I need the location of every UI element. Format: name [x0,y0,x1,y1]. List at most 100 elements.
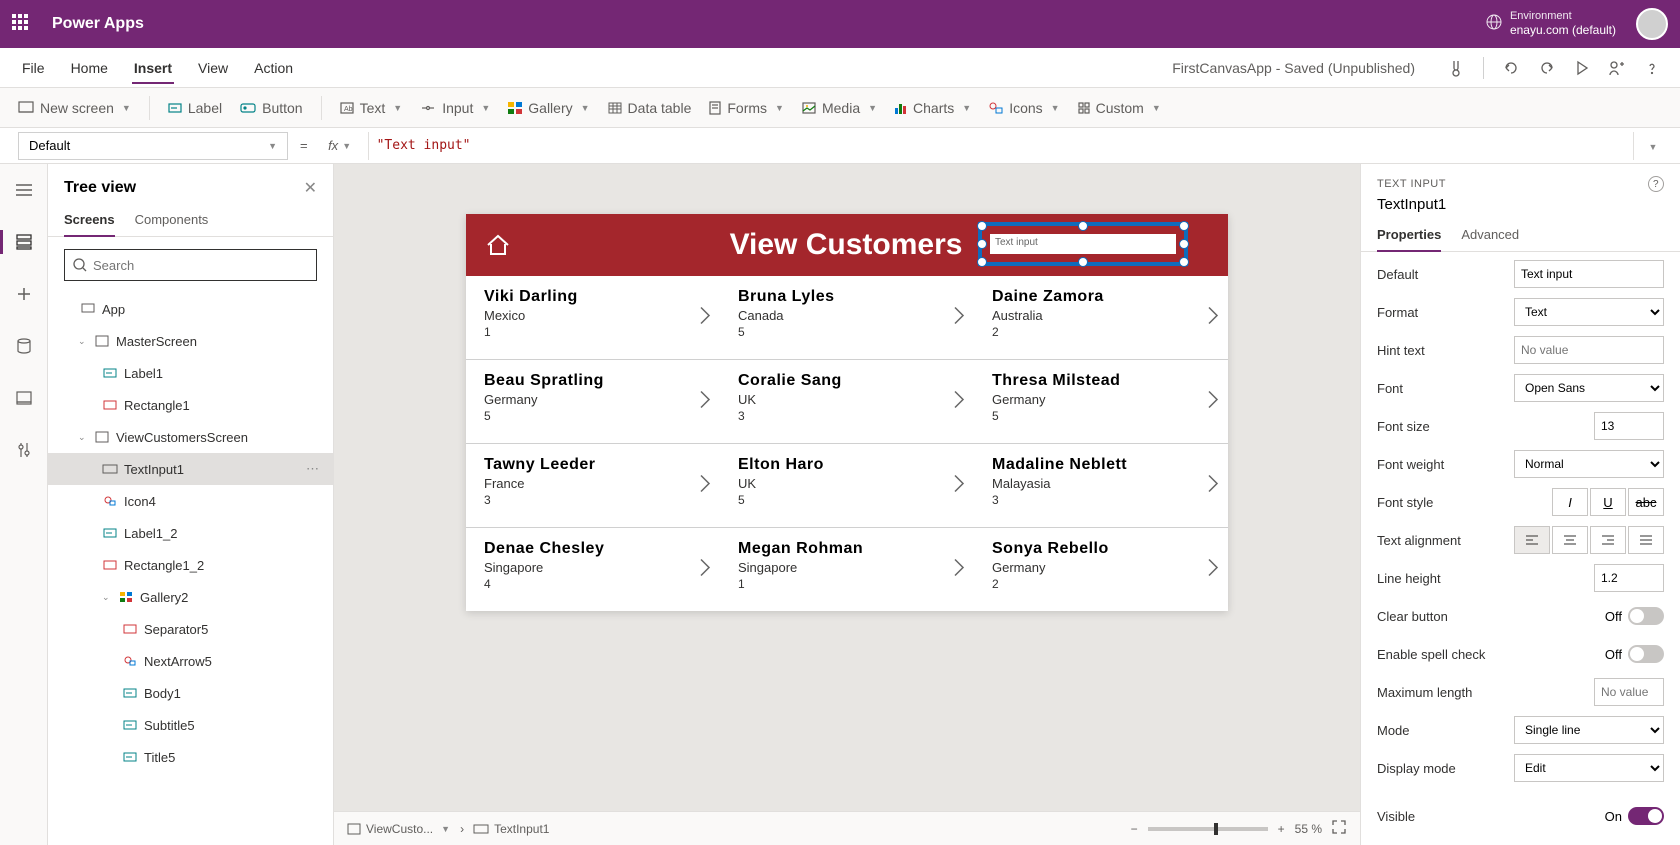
chevron-right-icon[interactable] [1206,557,1220,582]
prop-hint-input[interactable] [1514,336,1664,364]
property-dropdown[interactable]: Default▼ [18,132,288,160]
chevron-right-icon[interactable] [1206,473,1220,498]
gallery-cell[interactable]: Daine ZamoraAustralia2 [974,276,1228,359]
tree-node-label1-2[interactable]: Label1_2 [48,517,333,549]
prop-maxlen-input[interactable] [1594,678,1664,706]
tree-node-subtitle5[interactable]: Subtitle5 [48,709,333,741]
tree-node-separator5[interactable]: Separator5 [48,613,333,645]
gallery-cell[interactable]: Madaline NeblettMalayasia3 [974,444,1228,527]
props-tab-advanced[interactable]: Advanced [1461,221,1519,251]
gallery-cell[interactable]: Sonya RebelloGermany2 [974,528,1228,611]
breadcrumb-screen[interactable]: ViewCusto...▼ [348,822,450,836]
tree-node-rectangle1[interactable]: Rectangle1 [48,389,333,421]
gallery-cell[interactable]: Megan RohmanSingapore1 [720,528,974,611]
formula-expand-icon[interactable]: ▼ [1642,138,1662,153]
tree-node-label1[interactable]: Label1 [48,357,333,389]
ribbon-forms[interactable]: Forms▼ [709,100,784,116]
align-justify-button[interactable] [1628,526,1664,554]
share-icon[interactable] [1608,59,1626,77]
app-checker-icon[interactable] [1447,59,1465,77]
gallery-cell[interactable]: Bruna LylesCanada5 [720,276,974,359]
prop-fontsize-input[interactable] [1594,412,1664,440]
prop-spell-toggle[interactable] [1628,645,1664,663]
tree-search-input[interactable] [93,258,308,273]
prop-visible-toggle[interactable] [1628,807,1664,825]
tree-tab-components[interactable]: Components [135,204,209,236]
redo-icon[interactable] [1538,59,1556,77]
ribbon-custom[interactable]: Custom▼ [1078,100,1161,116]
undo-icon[interactable] [1502,59,1520,77]
gallery[interactable]: Viki DarlingMexico1Bruna LylesCanada5Dai… [466,276,1228,611]
prop-mode-select[interactable]: Single line [1514,716,1664,744]
tree-node-icon4[interactable]: Icon4 [48,485,333,517]
fontstyle-italic-button[interactable]: I [1552,488,1588,516]
gallery-cell[interactable]: Thresa MilsteadGermany5 [974,360,1228,443]
ribbon-gallery[interactable]: Gallery▼ [508,100,589,116]
rail-tree-icon[interactable] [8,226,40,258]
align-right-button[interactable] [1590,526,1626,554]
tree-node-title5[interactable]: Title5 [48,741,333,773]
rail-media-icon[interactable] [8,382,40,414]
fontstyle-underline-button[interactable]: U [1590,488,1626,516]
chevron-right-icon[interactable] [1206,389,1220,414]
chevron-right-icon[interactable] [698,473,712,498]
app-launcher-icon[interactable] [12,14,32,34]
tree-node-gallery2[interactable]: ⌄Gallery2 [48,581,333,613]
tree-close-icon[interactable]: ✕ [304,178,317,198]
props-help-icon[interactable]: ? [1648,176,1664,192]
prop-font-select[interactable]: Open Sans [1514,374,1664,402]
chevron-right-icon[interactable] [952,557,966,582]
tree-node-viewcustomers[interactable]: ⌄ViewCustomersScreen [48,421,333,453]
prop-format-select[interactable]: Text [1514,298,1664,326]
ribbon-data-table[interactable]: Data table [608,100,692,116]
chevron-right-icon[interactable] [1206,305,1220,330]
help-icon[interactable] [1644,60,1660,76]
rail-hamburger-icon[interactable] [8,174,40,206]
menu-view[interactable]: View [196,52,230,84]
gallery-cell[interactable]: Coralie SangUK3 [720,360,974,443]
fit-screen-icon[interactable] [1332,820,1346,837]
menu-file[interactable]: File [20,52,47,84]
chevron-right-icon[interactable] [952,473,966,498]
formula-input[interactable]: "Text input" [368,132,1634,160]
gallery-cell[interactable]: Denae ChesleySingapore4 [466,528,720,611]
tree-tab-screens[interactable]: Screens [64,204,115,237]
tree-node-nextarrow5[interactable]: NextArrow5 [48,645,333,677]
fontstyle-strike-button[interactable]: abc [1628,488,1664,516]
ribbon-button[interactable]: Button [240,100,302,116]
gallery-cell[interactable]: Viki DarlingMexico1 [466,276,720,359]
ribbon-label[interactable]: Label [168,100,222,116]
avatar[interactable] [1636,8,1668,40]
environment-picker[interactable]: Environment enayu.com (default) [1510,10,1616,38]
gallery-cell[interactable]: Tawny LeederFrance3 [466,444,720,527]
breadcrumb-control[interactable]: TextInput1 [474,822,549,836]
tree-node-masterscreen[interactable]: ⌄MasterScreen [48,325,333,357]
tree-node-app[interactable]: App [48,293,333,325]
align-center-button[interactable] [1552,526,1588,554]
tree-node-body1[interactable]: Body1 [48,677,333,709]
menu-home[interactable]: Home [69,52,110,84]
ribbon-input[interactable]: Input▼ [420,100,490,116]
fx-icon[interactable]: fx▼ [320,138,360,153]
play-icon[interactable] [1574,60,1590,76]
tree-node-rectangle1-2[interactable]: Rectangle1_2 [48,549,333,581]
ribbon-icons[interactable]: Icons▼ [989,100,1059,116]
rail-insert-icon[interactable] [8,278,40,310]
gallery-cell[interactable]: Elton HaroUK5 [720,444,974,527]
zoom-out-icon[interactable]: − [1131,822,1138,836]
rail-data-icon[interactable] [8,330,40,362]
prop-default-input[interactable] [1514,260,1664,288]
chevron-right-icon[interactable] [698,389,712,414]
zoom-slider[interactable] [1148,827,1268,831]
rail-tools-icon[interactable] [8,434,40,466]
menu-insert[interactable]: Insert [132,52,174,84]
selected-textinput[interactable]: Text input [978,222,1188,266]
chevron-right-icon[interactable] [952,389,966,414]
prop-dispmode-select[interactable]: Edit [1514,754,1664,782]
tree-node-more-icon[interactable]: ⋯ [306,461,321,477]
ribbon-charts[interactable]: Charts▼ [895,100,971,116]
menu-action[interactable]: Action [252,52,295,84]
gallery-cell[interactable]: Beau SpratlingGermany5 [466,360,720,443]
ribbon-media[interactable]: Media▼ [802,100,877,116]
chevron-right-icon[interactable] [698,557,712,582]
